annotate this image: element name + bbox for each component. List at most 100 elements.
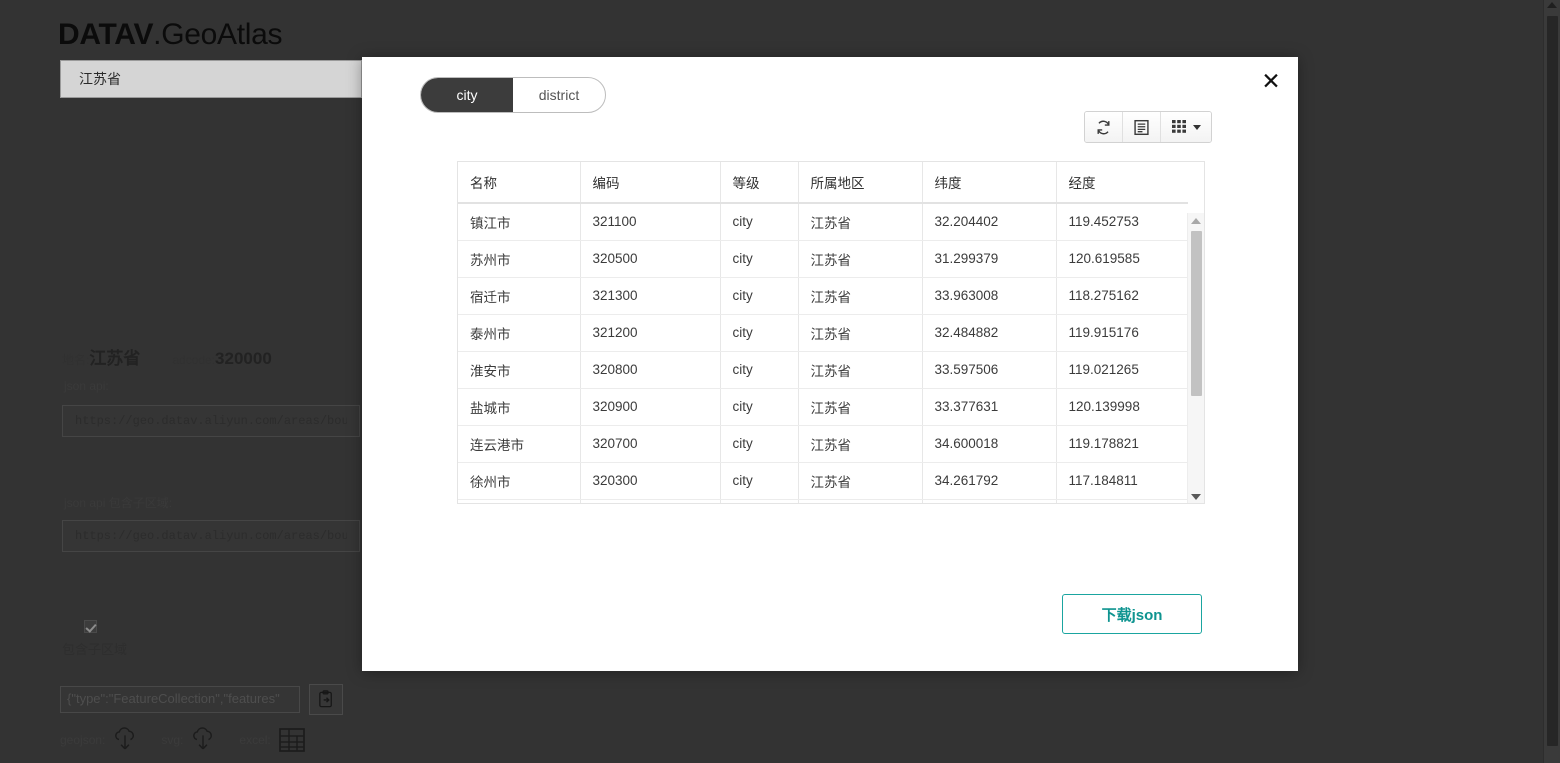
scroll-thumb[interactable] xyxy=(1191,231,1202,396)
table-row[interactable]: 淮安市 320800 city 江苏省 33.597506 119.021265 xyxy=(458,351,1188,389)
table-toolbar xyxy=(1084,111,1212,143)
cell-level: city xyxy=(720,462,799,500)
cell-adcode: 320300 xyxy=(580,462,721,500)
col-header-lat[interactable]: 纬度 xyxy=(922,162,1057,204)
include-sub-areas-label: 包含子区域 xyxy=(62,642,128,657)
cell-lat: 32.204402 xyxy=(922,203,1057,241)
cell-lng: 119.452753 xyxy=(1056,203,1188,241)
region-meta: 地名:江苏省 adcode:320000 xyxy=(62,344,272,369)
geojson-download-button[interactable] xyxy=(111,727,139,753)
cell-lng: 120.139998 xyxy=(1056,388,1188,426)
cell-adcode: 321100 xyxy=(580,203,721,241)
cell-adcode: 320800 xyxy=(580,351,721,389)
cell-lat: 33.597506 xyxy=(922,351,1057,389)
cell-region: 江苏省 xyxy=(798,203,923,241)
cell-name: 苏州市 xyxy=(458,240,581,278)
cell-lat: 31.299379 xyxy=(922,240,1057,278)
tab-city[interactable]: city xyxy=(421,78,513,112)
export-links-row: geojson: svg: excel: xyxy=(60,725,329,755)
city-district-modal: ✕ city district 名称 编码 等级 所属地区 纬度 经度 镇江市 … xyxy=(362,57,1298,671)
scroll-up-arrow-icon[interactable] xyxy=(1191,218,1201,224)
cell-adcode: 320700 xyxy=(580,425,721,463)
svg-download-button[interactable] xyxy=(189,727,217,753)
detail-view-button[interactable] xyxy=(1123,112,1161,142)
cell-lng: 120.619585 xyxy=(1056,240,1188,278)
cell-lng: 117.184811 xyxy=(1056,462,1188,500)
json-api-sub-label: json api 包含子区域: xyxy=(64,496,173,510)
cell-lng: 118.275162 xyxy=(1056,277,1188,315)
svg-label: svg: xyxy=(161,733,184,747)
table-header-row: 名称 编码 等级 所属地区 纬度 经度 xyxy=(458,162,1188,204)
geojson-textarea[interactable] xyxy=(60,686,300,713)
scroll-down-arrow-icon[interactable] xyxy=(1191,494,1201,500)
include-sub-areas-checkbox[interactable] xyxy=(84,620,97,633)
cell-name: 连云港市 xyxy=(458,425,581,463)
cell-name: 淮安市 xyxy=(458,351,581,389)
refresh-icon xyxy=(1097,120,1110,134)
close-icon[interactable]: ✕ xyxy=(1254,65,1288,99)
col-header-name[interactable]: 名称 xyxy=(458,162,581,204)
columns-grid-icon xyxy=(1171,120,1186,133)
region-name-label: 地名: xyxy=(62,353,90,367)
cell-adcode: 320500 xyxy=(580,240,721,278)
cell-region: 江苏省 xyxy=(798,388,923,426)
cell-region: 江苏省 xyxy=(798,277,923,315)
cloud-download-icon xyxy=(115,727,135,750)
json-api-sub-input[interactable] xyxy=(62,520,360,552)
include-sub-areas-group: 包含子区域 xyxy=(62,620,127,658)
app-logo: DATAV.GeoAtlas xyxy=(58,18,283,52)
cell-region: 江苏省 xyxy=(798,425,923,463)
cell-lat: 32.484882 xyxy=(922,314,1057,352)
cell-level: city xyxy=(720,425,799,463)
cell-adcode: 320900 xyxy=(580,388,721,426)
cloud-download-icon xyxy=(193,727,213,750)
tab-district[interactable]: district xyxy=(513,78,605,112)
cell-name: 徐州市 xyxy=(458,462,581,500)
cell-level: city xyxy=(720,351,799,389)
columns-button[interactable] xyxy=(1161,112,1211,142)
cell-level: city xyxy=(720,240,799,278)
cell-name: 泰州市 xyxy=(458,314,581,352)
col-header-lng[interactable]: 经度 xyxy=(1056,162,1188,204)
table-row-partial[interactable] xyxy=(458,499,1188,503)
table-row[interactable]: 盐城市 320900 city 江苏省 33.377631 120.139998 xyxy=(458,388,1188,426)
cell-region: 江苏省 xyxy=(798,240,923,278)
col-header-region[interactable]: 所属地区 xyxy=(798,162,923,204)
col-header-adcode[interactable]: 编码 xyxy=(580,162,721,204)
page-scroll-thumb[interactable] xyxy=(1547,16,1558,746)
adcode-value: 320000 xyxy=(215,349,272,368)
table-row[interactable]: 徐州市 320300 city 江苏省 34.261792 117.184811 xyxy=(458,462,1188,500)
cell-level: city xyxy=(720,314,799,352)
table-row[interactable]: 苏州市 320500 city 江苏省 31.299379 120.619585 xyxy=(458,240,1188,278)
cell-name: 宿迁市 xyxy=(458,277,581,315)
excel-download-button[interactable] xyxy=(277,725,307,755)
json-api-label: json api: xyxy=(64,379,109,393)
table-row[interactable]: 连云港市 320700 city 江苏省 34.600018 119.178821 xyxy=(458,425,1188,463)
page-root: DATAV.GeoAtlas 地名:江苏省adcode:320000 json … xyxy=(0,0,1560,763)
cell-region: 江苏省 xyxy=(798,314,923,352)
copy-geojson-button[interactable] xyxy=(309,684,343,715)
cell-lat: 33.377631 xyxy=(922,388,1057,426)
region-search-input[interactable] xyxy=(60,60,362,98)
page-scrollbar[interactable] xyxy=(1543,0,1560,763)
table-row[interactable]: 宿迁市 321300 city 江苏省 33.963008 118.275162 xyxy=(458,277,1188,315)
cell-lat: 34.261792 xyxy=(922,462,1057,500)
table-grid-icon xyxy=(278,728,305,752)
table-scrollbar[interactable] xyxy=(1187,213,1204,503)
refresh-button[interactable] xyxy=(1085,112,1123,142)
cell-lng: 119.178821 xyxy=(1056,425,1188,463)
col-header-level[interactable]: 等级 xyxy=(720,162,799,204)
level-tab-group: city district xyxy=(420,77,606,113)
table-row[interactable]: 镇江市 321100 city 江苏省 32.204402 119.452753 xyxy=(458,203,1188,241)
area-table-container: 名称 编码 等级 所属地区 纬度 经度 镇江市 321100 city 江苏省 32.2… xyxy=(457,161,1205,504)
cell-lng: 119.021265 xyxy=(1056,351,1188,389)
page-scroll-up-arrow-icon[interactable] xyxy=(1547,2,1557,8)
cell-name: 盐城市 xyxy=(458,388,581,426)
table-row[interactable]: 泰州市 321200 city 江苏省 32.484882 119.915176 xyxy=(458,314,1188,352)
cell-level: city xyxy=(720,277,799,315)
cell-level: city xyxy=(720,203,799,241)
json-api-input[interactable] xyxy=(62,405,360,437)
cell-lat: 33.963008 xyxy=(922,277,1057,315)
table-body: 镇江市 321100 city 江苏省 32.204402 119.452753 苏州市 3… xyxy=(458,203,1188,503)
download-json-button[interactable]: 下载json xyxy=(1062,594,1202,634)
